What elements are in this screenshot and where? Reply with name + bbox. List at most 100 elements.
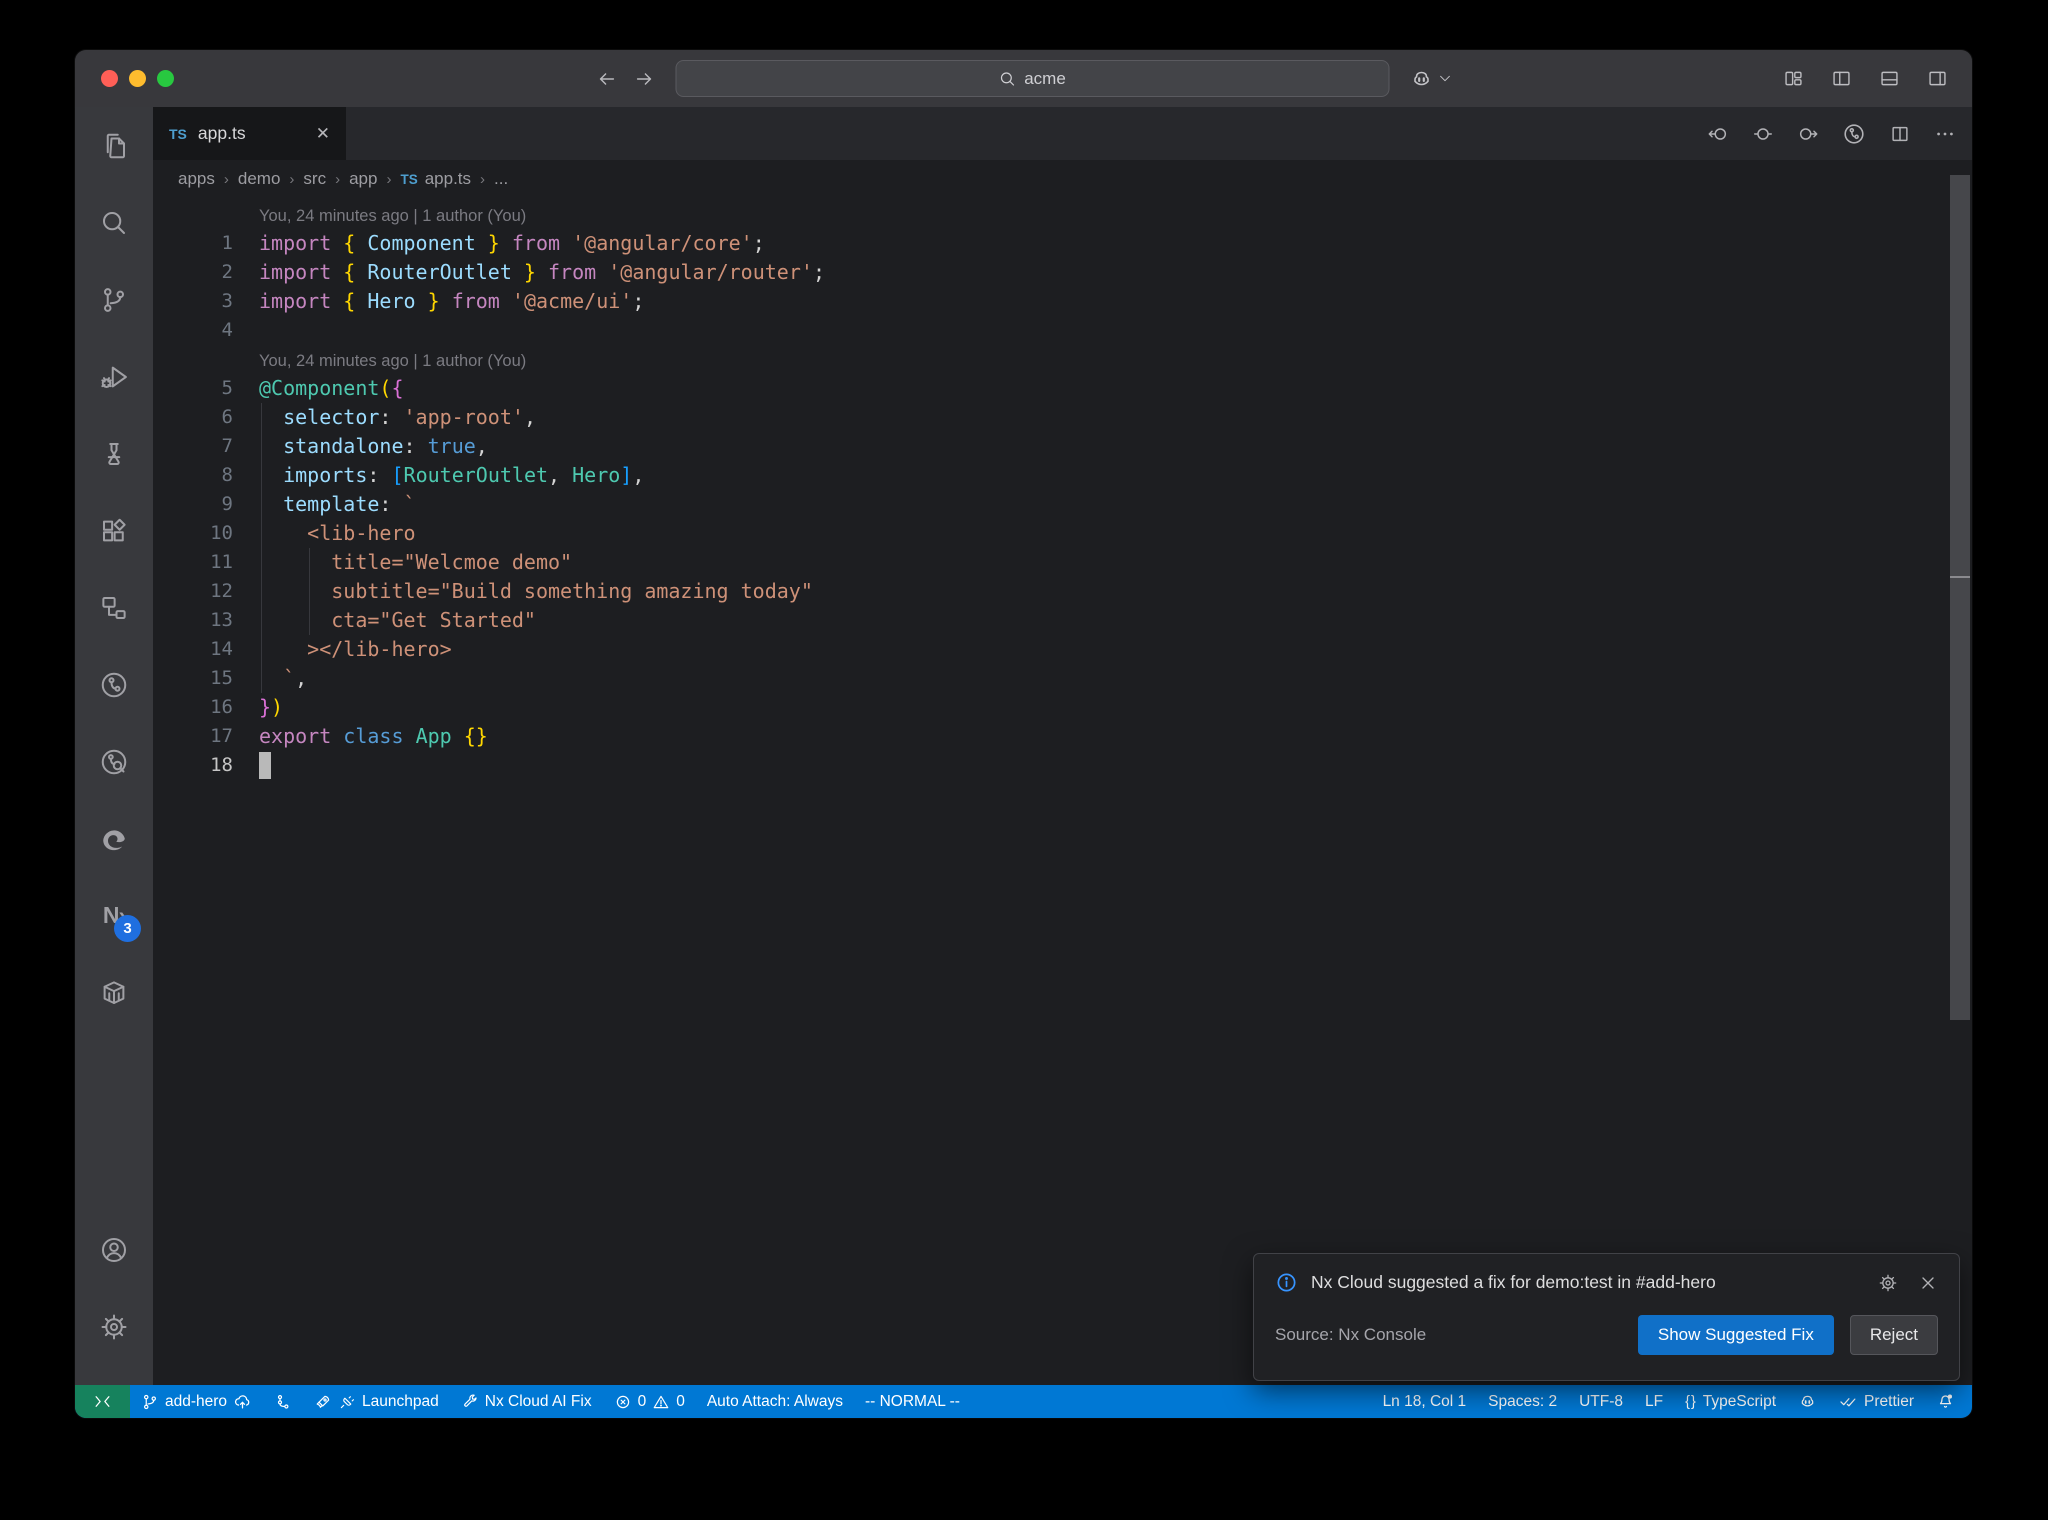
bell-dot-icon [1936, 1392, 1955, 1411]
cursor-position-status[interactable]: Ln 18, Col 1 [1372, 1385, 1478, 1418]
activity-run-debug-button[interactable] [75, 338, 153, 415]
indent-guide [261, 519, 262, 548]
breadcrumb-item[interactable]: demo [238, 169, 281, 189]
indent-guide [309, 606, 311, 635]
problems-status[interactable]: 00 [603, 1385, 696, 1418]
activity-explorer-button[interactable] [75, 107, 153, 184]
account-icon [99, 1235, 129, 1265]
remote-indicator[interactable] [75, 1385, 130, 1418]
show-suggested-fix-button[interactable]: Show Suggested Fix [1637, 1315, 1834, 1355]
branch-status[interactable]: add-hero [130, 1385, 263, 1418]
activity-accounts-button[interactable] [75, 1211, 153, 1288]
auto-attach-status[interactable]: Auto Attach: Always [696, 1385, 854, 1418]
status-bar: add-hero Launchpad Nx Cloud AI Fix 0 0 Auto A… [75, 1385, 1972, 1418]
status-label: 0 [676, 1392, 685, 1410]
code-line: 16}) [153, 693, 1972, 722]
toggle-sidebar-icon[interactable] [1831, 68, 1852, 89]
activity-containers-button[interactable] [75, 954, 153, 1031]
line-number: 17 [210, 725, 233, 747]
line-number: 5 [221, 377, 233, 399]
breadcrumb-item[interactable]: ... [494, 169, 508, 189]
indent-guide [261, 635, 262, 664]
activity-testing-button[interactable] [75, 415, 153, 492]
source-control-icon [99, 285, 129, 315]
history-back-button[interactable] [595, 68, 617, 90]
zoom-window-button[interactable] [157, 70, 174, 87]
breadcrumb: apps › demo › src › app › TS app.ts ›... [153, 160, 1972, 198]
activity-bar: N› 3 [75, 107, 153, 1385]
toggle-panel-icon[interactable] [1879, 68, 1900, 89]
editor-code[interactable]: You, 24 minutes ago | 1 author (You) 1 imp… [153, 198, 1972, 1385]
prettier-status[interactable]: Prettier [1828, 1385, 1925, 1418]
window-controls [101, 70, 174, 87]
debug-icon [99, 362, 129, 392]
breadcrumb-item[interactable]: apps [178, 169, 215, 189]
nav-forward-icon[interactable] [1797, 123, 1819, 145]
edge-icon [99, 824, 129, 854]
code-line: 3 import { Hero } from '@acme/ui'; [153, 287, 1972, 316]
indent-guide [261, 403, 262, 432]
graph-circle-icon[interactable] [1842, 122, 1866, 146]
extensions-icon [99, 516, 129, 546]
activity-extensions-button[interactable] [75, 492, 153, 569]
breadcrumb-separator: › [335, 170, 341, 188]
container-icon [99, 978, 129, 1008]
close-tab-icon[interactable]: ✕ [316, 124, 330, 144]
activity-nx-console-button[interactable]: N› 3 [75, 877, 153, 954]
nx-cloud-ai-fix-status[interactable]: Nx Cloud AI Fix [450, 1385, 603, 1418]
status-label: Launchpad [362, 1392, 439, 1410]
line-number: 7 [221, 435, 233, 457]
line-number: 10 [210, 522, 233, 544]
command-center-search[interactable]: acme [675, 60, 1389, 97]
code-line: 2 import { RouterOutlet } from '@angular/… [153, 258, 1972, 287]
customize-layout-icon[interactable] [1783, 68, 1804, 89]
code-line: 9 template: ` [153, 490, 1972, 519]
line-number: 2 [221, 261, 233, 283]
vim-mode-status[interactable]: -- NORMAL -- [854, 1385, 971, 1418]
minimize-window-button[interactable] [129, 70, 146, 87]
breadcrumb-item[interactable]: src [303, 169, 326, 189]
breadcrumb-item[interactable]: app.ts [425, 169, 471, 189]
notification-toast: Nx Cloud suggested a fix for demo:test i… [1253, 1253, 1960, 1381]
indent-guide [309, 577, 311, 606]
copilot-menu-button[interactable] [1409, 67, 1452, 91]
line-number: 14 [210, 638, 233, 660]
notifications-status[interactable] [1925, 1385, 1966, 1418]
notification-settings-icon[interactable] [1878, 1273, 1898, 1293]
activity-source-control-button[interactable] [75, 261, 153, 338]
indentation-status[interactable]: Spaces: 2 [1477, 1385, 1568, 1418]
split-editor-icon[interactable] [1889, 123, 1911, 145]
code-line: 5 @Component({ [153, 374, 1972, 403]
tab-bar: TS app.ts ✕ [153, 107, 1972, 160]
history-forward-button[interactable] [633, 68, 655, 90]
code-line: 8 imports: [RouterOutlet, Hero], [153, 461, 1972, 490]
close-window-button[interactable] [101, 70, 118, 87]
ellipsis-icon[interactable] [1934, 123, 1956, 145]
activity-settings-button[interactable] [75, 1288, 153, 1365]
activity-gitlens-button[interactable] [75, 646, 153, 723]
breadcrumb-item[interactable]: app [349, 169, 377, 189]
gear-icon [99, 1312, 129, 1342]
status-label: UTF-8 [1579, 1392, 1624, 1410]
eol-status[interactable]: LF [1634, 1385, 1674, 1418]
status-label: add-hero [165, 1392, 228, 1410]
language-status[interactable]: {} TypeScript [1674, 1385, 1787, 1418]
toggle-secondary-sidebar-icon[interactable] [1927, 68, 1948, 89]
activity-edge-tools-button[interactable] [75, 800, 153, 877]
nav-dot-icon[interactable] [1752, 123, 1774, 145]
tab-app-ts[interactable]: TS app.ts ✕ [153, 107, 346, 160]
reject-button[interactable]: Reject [1849, 1315, 1938, 1355]
activity-search-button[interactable] [75, 184, 153, 261]
editor-scrollbar[interactable] [1950, 175, 1970, 1020]
copilot-icon [1409, 67, 1433, 91]
encoding-status[interactable]: UTF-8 [1568, 1385, 1634, 1418]
search-value: acme [1024, 68, 1066, 88]
notification-close-icon[interactable] [1918, 1273, 1938, 1293]
activity-gitlens-inspect-button[interactable] [75, 723, 153, 800]
launchpad-status[interactable]: Launchpad [303, 1385, 450, 1418]
activity-project-explorer-button[interactable] [75, 569, 153, 646]
graph-status[interactable] [263, 1385, 303, 1418]
indent-guide [261, 461, 262, 490]
copilot-status[interactable] [1787, 1385, 1828, 1418]
nav-back-icon[interactable] [1707, 123, 1729, 145]
